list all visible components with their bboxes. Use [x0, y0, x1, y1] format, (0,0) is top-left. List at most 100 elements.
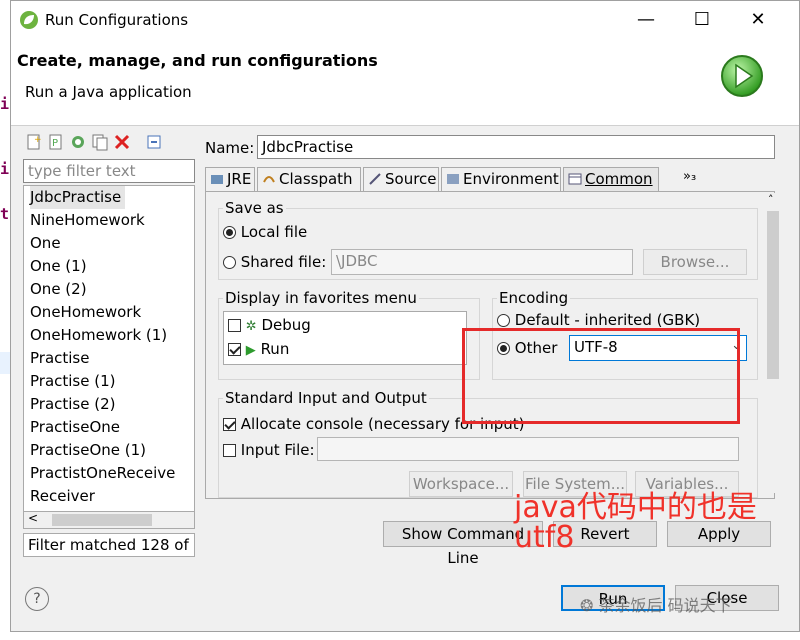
shared-file-radio[interactable]: Shared file: — [223, 253, 326, 271]
scroll-thumb[interactable] — [767, 211, 779, 379]
list-item[interactable]: PractiseOne — [24, 416, 194, 439]
list-item[interactable]: One (1) — [24, 255, 194, 278]
common-icon — [568, 173, 582, 185]
tab-environment[interactable]: Environment — [441, 167, 561, 191]
browse-button[interactable]: Browse... — [643, 249, 747, 275]
list-item[interactable]: OneHomework — [24, 301, 194, 324]
list-item-label: One — [30, 234, 61, 252]
favorites-group: Display in favorites menu ✲ Debug ▶ Run — [218, 289, 480, 380]
list-item-label: NineHomework — [30, 211, 145, 229]
save-as-group: Save as Local file Shared file: \JDBC Br… — [218, 199, 758, 280]
input-file-field[interactable] — [317, 437, 739, 461]
tab-common-label: Common — [585, 170, 653, 188]
list-item-label: PractiseOne — [30, 418, 121, 436]
vertical-scrollbar[interactable]: ˄ — [765, 193, 781, 493]
list-item[interactable]: NineHomework — [24, 209, 194, 232]
list-item[interactable]: One — [24, 232, 194, 255]
name-label: Name: — [205, 139, 255, 157]
minimize-button[interactable]: — — [623, 5, 669, 35]
tab-common[interactable]: Common — [563, 167, 659, 191]
tab-classpath[interactable]: Classpath — [257, 167, 361, 191]
filter-status: Filter matched 128 of 12 — [23, 533, 195, 557]
maximize-button[interactable]: ☐ — [679, 5, 725, 35]
favorite-debug[interactable]: ✲ Debug — [228, 316, 311, 334]
background-editor: i i t — [0, 0, 10, 640]
list-item-label: Practise (2) — [30, 395, 116, 413]
help-icon[interactable]: ? — [25, 587, 49, 611]
list-item-label: OneHomework — [30, 303, 142, 321]
close-window-button[interactable]: ✕ — [735, 5, 781, 35]
list-item[interactable]: OneHomework (1) — [24, 324, 194, 347]
name-input[interactable]: JdbcPractise — [257, 135, 775, 159]
workspace-button[interactable]: Workspace... — [409, 471, 513, 497]
list-item[interactable]: PractistOneReceive — [24, 462, 194, 485]
svg-text:P: P — [52, 138, 58, 149]
tab-environment-label: Environment — [463, 170, 559, 188]
tab-source[interactable]: Source — [363, 167, 439, 191]
wechat-icon: ❂ — [580, 596, 594, 615]
tab-jre-label: JRE — [227, 170, 252, 188]
list-item[interactable]: Practise — [24, 347, 194, 370]
save-as-title: Save as — [223, 199, 286, 217]
configuration-list-pane: + P type filter text JdbcPractise NineHom… — [17, 129, 195, 559]
radio-indicator[interactable] — [223, 256, 236, 269]
checkbox[interactable] — [228, 343, 241, 356]
delete-config-icon[interactable] — [113, 133, 131, 151]
dialog-header: Create, manage, and run configurations R… — [11, 39, 799, 126]
annotation-line-2: utf8 — [514, 520, 575, 555]
background-glyph: t — [0, 205, 10, 223]
source-icon — [369, 173, 381, 185]
list-item-label: One (2) — [30, 280, 87, 298]
new-prototype-icon[interactable]: P — [47, 133, 65, 151]
checkbox[interactable] — [223, 418, 236, 431]
tab-classpath-label: Classpath — [279, 170, 353, 188]
scroll-thumb[interactable] — [52, 514, 152, 526]
scroll-up-icon[interactable]: ˄ — [768, 193, 774, 206]
jre-icon — [211, 175, 223, 184]
classpath-icon — [263, 176, 275, 183]
list-item[interactable]: Receiver — [24, 485, 194, 508]
filter-input[interactable]: type filter text — [23, 159, 195, 183]
run-icon: ▶ — [245, 343, 256, 358]
collapse-all-icon[interactable] — [145, 133, 163, 151]
header-subtitle: Run a Java application — [25, 83, 192, 101]
list-item[interactable]: One (2) — [24, 278, 194, 301]
list-item-label: OneHomework (1) — [30, 326, 168, 344]
input-file-label: Input File: — [240, 441, 315, 459]
list-item-label: JdbcPractise — [30, 186, 126, 209]
svg-text:+: + — [34, 135, 42, 145]
export-config-icon[interactable] — [69, 133, 87, 151]
config-tabs: JRE Classpath Source Environment Common … — [205, 165, 775, 191]
list-item[interactable]: JdbcPractise — [24, 186, 194, 209]
favorites-list[interactable]: ✲ Debug ▶ Run — [223, 311, 467, 365]
radio-indicator[interactable] — [223, 226, 236, 239]
duplicate-config-icon[interactable] — [91, 133, 109, 151]
run-configurations-dialog: Run Configurations — ☐ ✕ Create, manage,… — [10, 0, 800, 632]
list-item[interactable]: Practise (1) — [24, 370, 194, 393]
list-item-label: One (1) — [30, 257, 87, 275]
encoding-title: Encoding — [497, 289, 571, 307]
new-config-icon[interactable]: + — [25, 133, 43, 151]
favorite-run[interactable]: ▶ Run — [228, 340, 289, 358]
configuration-list[interactable]: JdbcPractise NineHomework One One (1) One (2… — [23, 185, 195, 515]
checkbox[interactable] — [228, 319, 241, 332]
favorites-title: Display in favorites menu — [223, 289, 419, 307]
scroll-left-icon[interactable]: < — [28, 511, 38, 525]
environment-icon — [447, 174, 459, 184]
local-file-radio[interactable]: Local file — [223, 223, 307, 241]
horizontal-scrollbar[interactable]: < — [23, 511, 195, 529]
list-item[interactable]: PractiseOne (1) — [24, 439, 194, 462]
more-tabs-icon[interactable]: »₃ — [683, 169, 696, 184]
background-glyph: i — [0, 95, 10, 113]
debug-bug-icon: ✲ — [245, 319, 257, 334]
shared-file-label: Shared file: — [240, 253, 327, 271]
tab-jre[interactable]: JRE — [205, 167, 255, 191]
checkbox[interactable] — [223, 444, 236, 457]
radio-indicator[interactable] — [497, 314, 510, 327]
list-item[interactable]: Practise (2) — [24, 393, 194, 416]
shared-file-input[interactable]: \JDBC — [331, 249, 633, 275]
default-encoding-radio[interactable]: Default - inherited (GBK) — [497, 311, 700, 329]
spring-leaf-icon — [20, 11, 38, 29]
window-title: Run Configurations — [45, 11, 189, 29]
input-file-checkbox[interactable]: Input File: — [223, 441, 315, 459]
